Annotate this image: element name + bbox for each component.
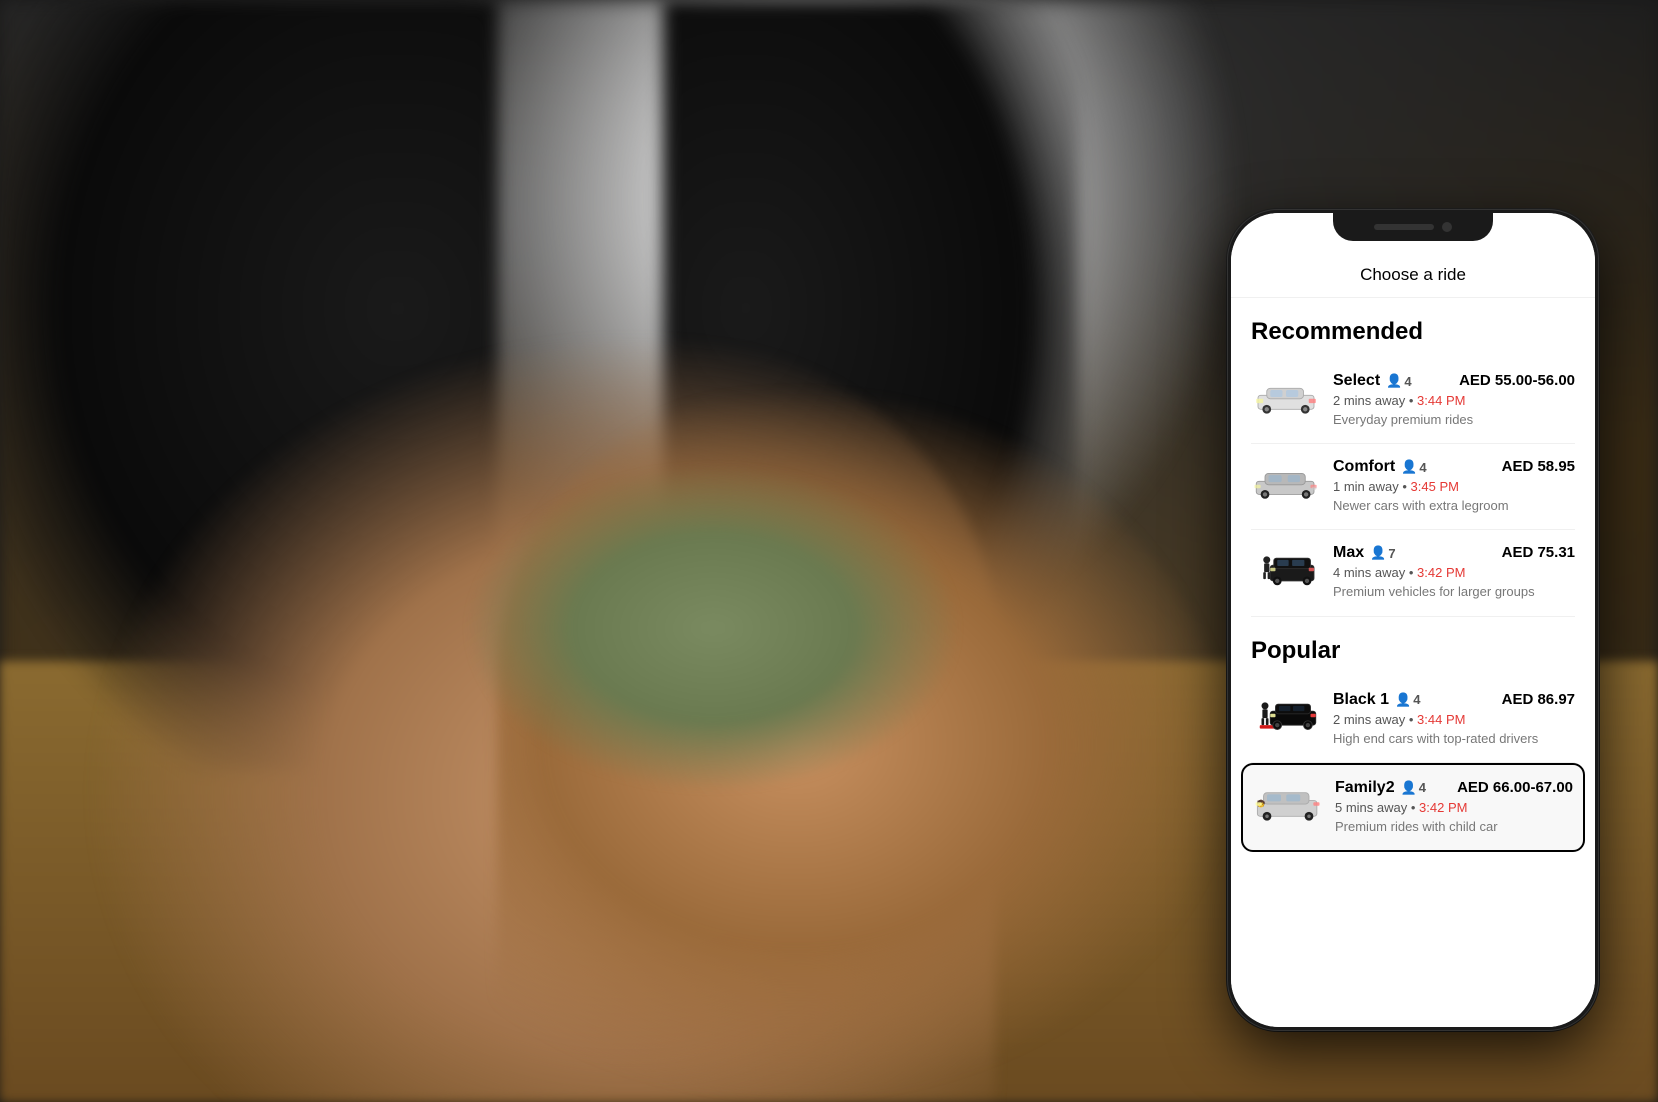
app-title: Choose a ride [1360, 265, 1466, 284]
app-content: Choose a ride Recommended [1231, 213, 1595, 1027]
ride-desc-comfort: Newer cars with extra legroom [1333, 497, 1575, 515]
car-image-select [1251, 372, 1321, 422]
ride-item-select[interactable]: Select 👤 4 AED 55.00-56.00 2 mins away [1251, 358, 1575, 444]
section-title-popular: Popular [1251, 637, 1575, 665]
section-title-recommended: Recommended [1251, 318, 1575, 346]
ride-name-comfort: Comfort 👤 4 [1333, 458, 1427, 476]
ride-info-black1: Black 1 👤 4 AED 86.97 2 mins away [1333, 691, 1575, 748]
ride-desc-family2: Premium rides with child car [1335, 818, 1573, 836]
ride-price-select: AED 55.00-56.00 [1459, 372, 1575, 389]
ride-price-comfort: AED 58.95 [1502, 458, 1575, 475]
ride-desc-select: Everyday premium rides [1333, 411, 1575, 429]
ride-item-black1[interactable]: Black 1 👤 4 AED 86.97 2 mins away [1251, 677, 1575, 763]
notch-camera [1442, 222, 1452, 232]
ride-name-row-black1: Black 1 👤 4 AED 86.97 [1333, 691, 1575, 709]
ride-meta-max: 4 mins away • 3:42 PM [1333, 565, 1575, 580]
ride-meta-black1: 2 mins away • 3:44 PM [1333, 712, 1575, 727]
ride-price-family2: AED 66.00-67.00 [1457, 779, 1573, 796]
car-image-comfort [1251, 458, 1321, 508]
car-image-max [1251, 544, 1321, 594]
ride-capacity-black1: 👤 4 [1395, 692, 1420, 708]
ride-info-select: Select 👤 4 AED 55.00-56.00 2 mins away [1333, 372, 1575, 429]
ride-desc-max: Premium vehicles for larger groups [1333, 583, 1575, 601]
phone-notch [1333, 213, 1493, 241]
car-svg-sedan-white [1251, 378, 1321, 416]
phone-device: Choose a ride Recommended [1228, 210, 1598, 1030]
phone-screen: Choose a ride Recommended [1231, 213, 1595, 1027]
ride-info-max: Max 👤 7 AED 75.31 4 mins away [1333, 544, 1575, 601]
ride-item-family2[interactable]: 🧒 Family2 👤 4 [1241, 763, 1585, 852]
app-header: Choose a ride [1231, 249, 1595, 298]
car-svg-suv-black [1251, 547, 1321, 592]
ride-price-max: AED 75.31 [1502, 544, 1575, 561]
ride-name-black1: Black 1 👤 4 [1333, 691, 1420, 709]
ride-capacity-select: 👤 4 [1386, 373, 1411, 389]
ride-name-max: Max 👤 7 [1333, 544, 1396, 562]
ride-capacity-max: 👤 7 [1370, 545, 1395, 561]
app-body: Recommended [1231, 298, 1595, 1027]
car-image-black1 [1251, 691, 1321, 741]
notch-speaker [1374, 224, 1434, 230]
ride-meta-select: 2 mins away • 3:44 PM [1333, 393, 1575, 408]
ride-meta-family2: 5 mins away • 3:42 PM [1335, 800, 1573, 815]
ride-name-row-comfort: Comfort 👤 4 AED 58.95 [1333, 458, 1575, 476]
ride-item-max[interactable]: Max 👤 7 AED 75.31 4 mins away [1251, 530, 1575, 616]
ride-price-black1: AED 86.97 [1502, 691, 1575, 708]
ride-name-row-select: Select 👤 4 AED 55.00-56.00 [1333, 372, 1575, 390]
car-image-family2: 🧒 [1253, 779, 1323, 829]
ride-item-comfort[interactable]: Comfort 👤 4 AED 58.95 1 min away [1251, 444, 1575, 530]
money-blob [464, 463, 961, 794]
phone-frame: Choose a ride Recommended [1228, 210, 1598, 1030]
ride-name-family2: Family2 👤 4 [1335, 779, 1426, 797]
ride-meta-comfort: 1 min away • 3:45 PM [1333, 479, 1575, 494]
car-svg-comfort [1251, 464, 1321, 502]
ride-desc-black1: High end cars with top-rated drivers [1333, 730, 1575, 748]
ride-info-family2: Family2 👤 4 AED 66.00-67.00 5 mins away [1335, 779, 1573, 836]
ride-name-row-max: Max 👤 7 AED 75.31 [1333, 544, 1575, 562]
car-svg-black-luxury [1251, 693, 1321, 738]
ride-info-comfort: Comfort 👤 4 AED 58.95 1 min away [1333, 458, 1575, 515]
car-svg-family: 🧒 [1253, 785, 1323, 823]
ride-name-select: Select 👤 4 [1333, 372, 1412, 390]
ride-capacity-comfort: 👤 4 [1401, 459, 1426, 475]
ride-capacity-family2: 👤 4 [1401, 780, 1426, 796]
ride-name-row-family2: Family2 👤 4 AED 66.00-67.00 [1335, 779, 1573, 797]
